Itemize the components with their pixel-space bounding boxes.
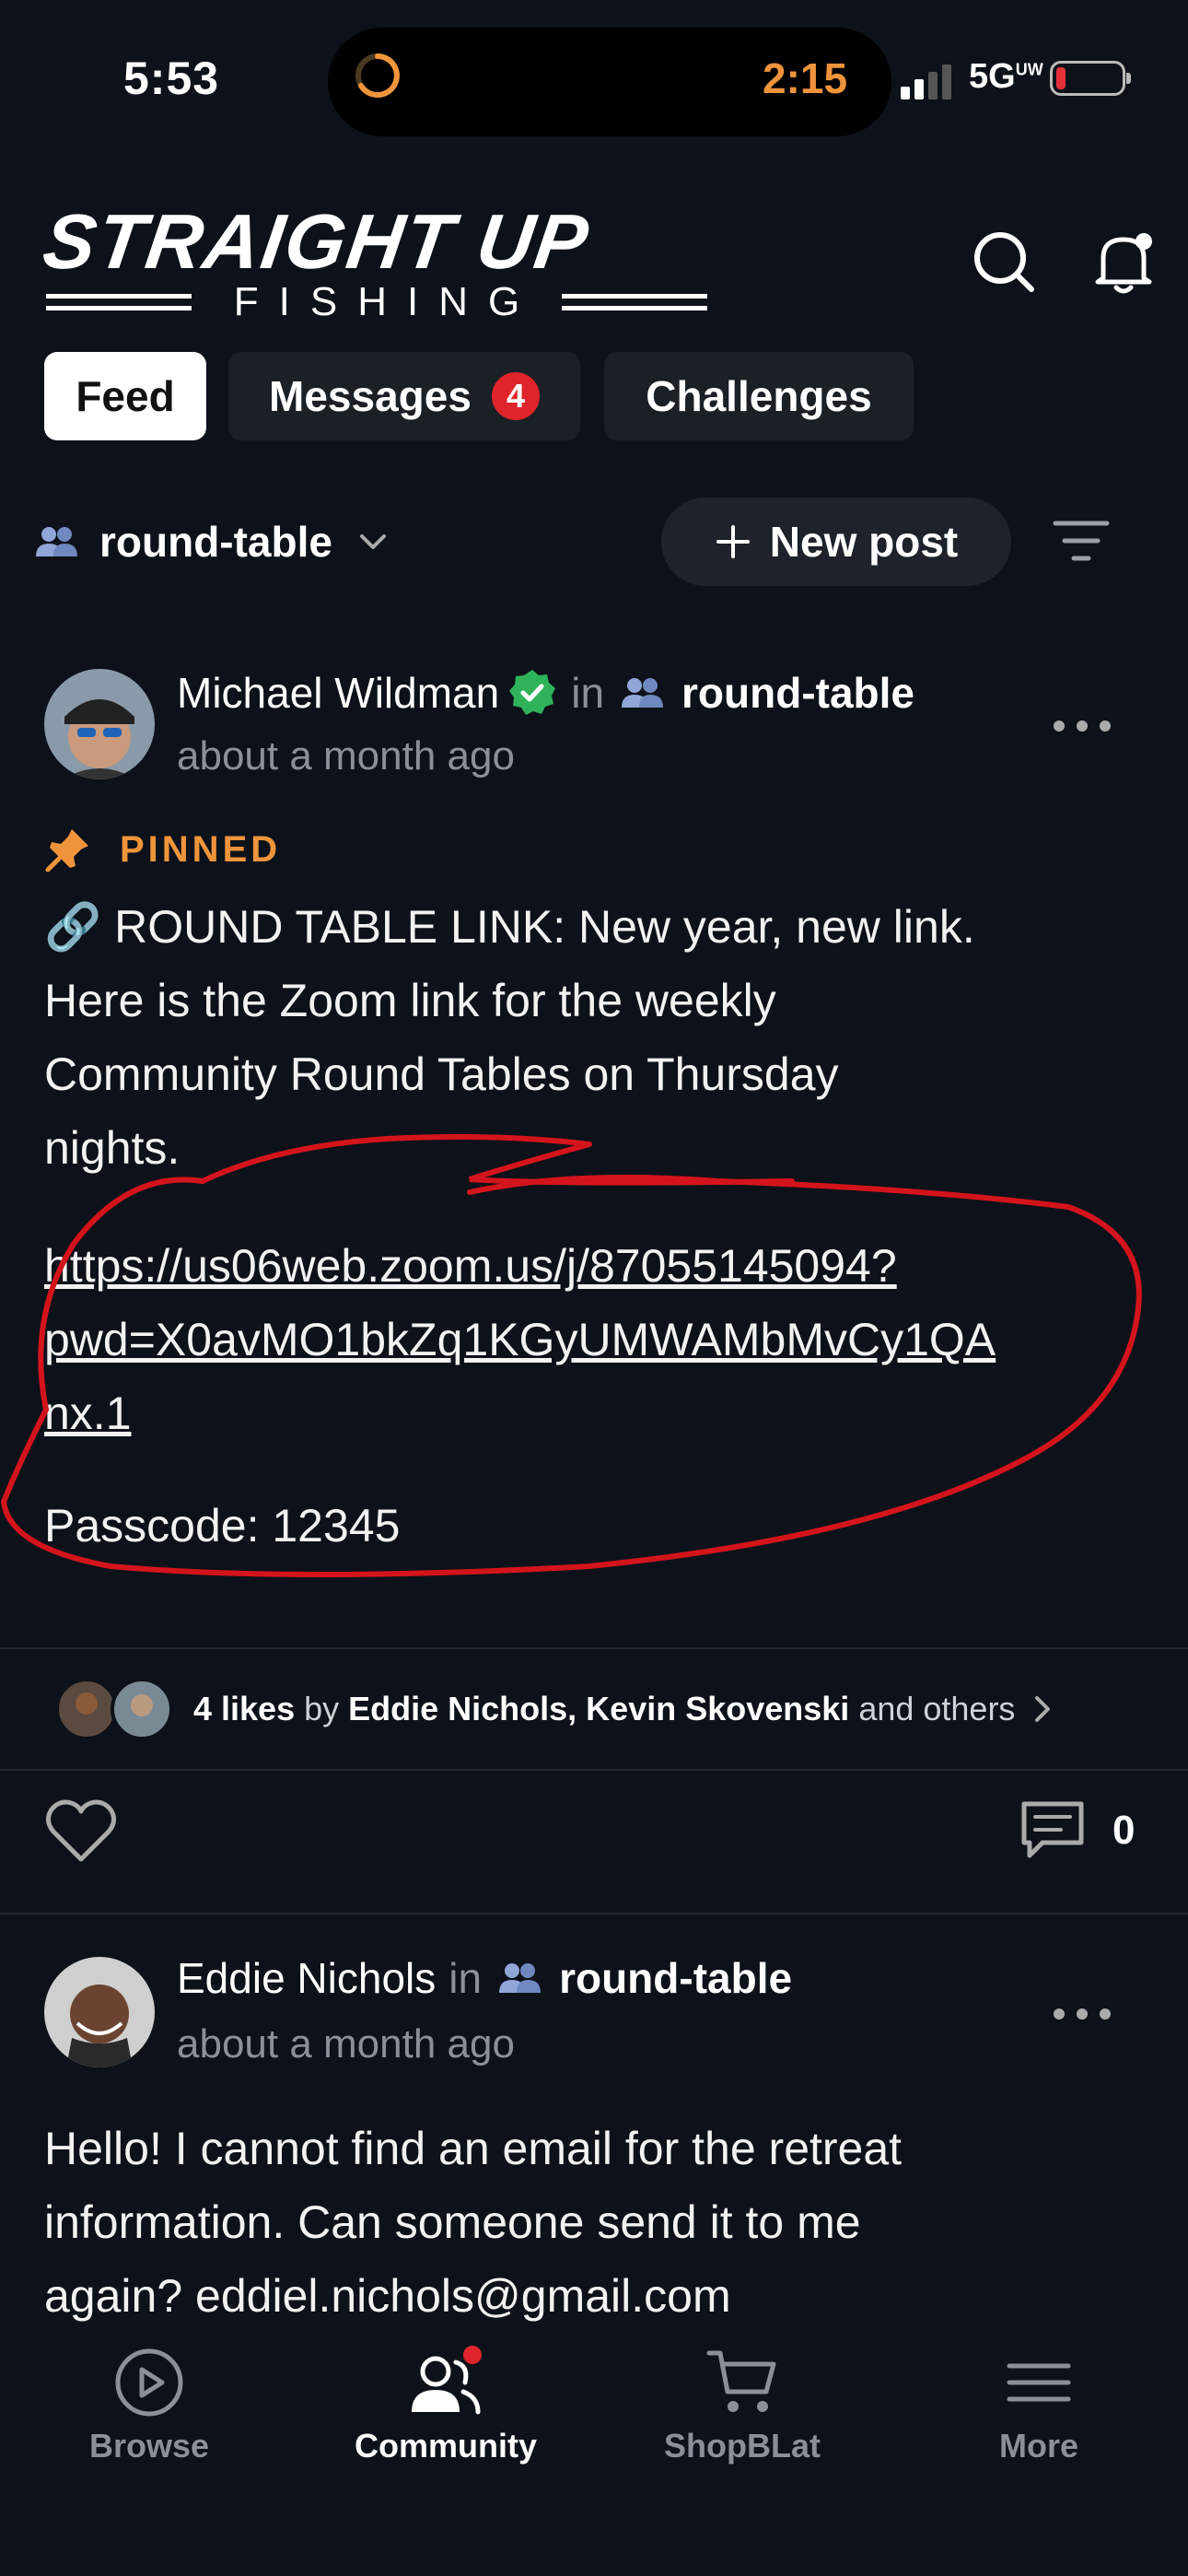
chevron-right-icon: [1035, 1696, 1051, 1722]
timer-ring-icon: [355, 53, 400, 98]
group-icon: [622, 678, 664, 708]
plus-icon: [716, 525, 750, 558]
cart-icon: [706, 2350, 776, 2412]
more-options-icon[interactable]: [1050, 2005, 1114, 2023]
comment-count: 0: [1112, 1808, 1136, 1853]
post-body-line: again? eddiel.nichols@gmail.com: [44, 2270, 731, 2322]
group-selector[interactable]: round-table: [33, 514, 390, 569]
nav-browse-label: Browse: [88, 2427, 210, 2465]
filter-icon[interactable]: [1052, 518, 1111, 564]
likers-names: Eddie Nichols, Kevin Skovenski: [348, 1690, 850, 1727]
post-body-line: information. Can someone send it to me: [44, 2196, 861, 2248]
nav-community[interactable]: Community: [335, 2346, 556, 2465]
nav-more-label: More: [998, 2427, 1078, 2465]
status-time: 5:53: [123, 53, 220, 104]
logo-divider: [46, 294, 192, 310]
chevron-down-icon: [359, 534, 386, 549]
messages-badge: 4: [491, 372, 540, 420]
battery-icon: [1050, 61, 1131, 96]
search-icon[interactable]: [967, 225, 1041, 299]
community-icon: [412, 2346, 482, 2415]
post-body-line: Hello! I cannot find an email for the re…: [44, 2123, 903, 2174]
nav-community-label: Community: [355, 2427, 537, 2465]
island-timer: 2:15: [763, 54, 848, 102]
post-author-line: Eddie Nichols in round-table: [177, 1953, 792, 2003]
post-body: Hello! I cannot find an email for the re…: [44, 2112, 1149, 2333]
avatar-photo: [44, 669, 155, 779]
nav-shop-label: ShopBLat: [664, 2427, 821, 2465]
nav-browse[interactable]: Browse: [39, 2346, 260, 2465]
network-label: 5GUW: [969, 57, 1043, 96]
logo-title: STRAIGHT UP: [38, 198, 596, 285]
more-options-icon[interactable]: [1050, 717, 1114, 735]
in-label: in: [571, 669, 605, 717]
post-author-line: Michael Wildman in round-table: [177, 667, 914, 719]
tab-feed-label: Feed: [76, 372, 175, 420]
comment-icon[interactable]: [1019, 1798, 1087, 1863]
verified-icon: [509, 670, 556, 715]
pinned-label: PINNED: [120, 828, 282, 870]
play-circle-icon: [115, 2348, 183, 2417]
group-icon: [36, 527, 77, 556]
new-post-button[interactable]: New post: [661, 498, 1011, 586]
liker-avatars: [55, 1678, 173, 1740]
tab-challenges-label: Challenges: [646, 372, 872, 420]
annotation-circle: [0, 1134, 1142, 1577]
likes-by: by: [304, 1690, 340, 1727]
like-heart-icon[interactable]: [44, 1798, 118, 1865]
group-name: round-table: [99, 518, 332, 566]
new-post-label: New post: [769, 518, 959, 566]
group-icon: [499, 1963, 542, 1993]
tab-messages-label: Messages: [269, 372, 472, 420]
signal-icon: [901, 64, 951, 100]
avatar-photo: [44, 1957, 155, 2067]
logo-divider: [562, 294, 708, 310]
notification-bell-icon[interactable]: [1087, 225, 1160, 299]
post-group-name[interactable]: round-table: [681, 668, 914, 718]
tab-challenges[interactable]: Challenges: [604, 352, 914, 440]
author-avatar[interactable]: [44, 669, 155, 779]
likes-count: 4 likes: [193, 1690, 296, 1727]
post-body-line: 🔗 ROUND TABLE LINK: New year, new link.: [44, 901, 975, 953]
tab-feed[interactable]: Feed: [44, 352, 206, 440]
author-name[interactable]: Eddie Nichols: [177, 1953, 436, 2003]
divider: [0, 1647, 1188, 1649]
logo-subtitle: FISHING: [233, 279, 541, 324]
likes-others: and others: [858, 1690, 1016, 1727]
post-time: about a month ago: [177, 2021, 515, 2067]
post-group-name[interactable]: round-table: [559, 1953, 792, 2003]
logo-subtitle-row: FISHING: [46, 276, 708, 328]
pinned-indicator: PINNED: [44, 825, 281, 873]
post-body-line: Community Round Tables on Thursday: [44, 1048, 839, 1100]
in-label: in: [448, 1954, 483, 2002]
nav-shop[interactable]: ShopBLat: [632, 2346, 853, 2465]
author-name[interactable]: Michael Wildman: [177, 668, 499, 718]
nav-more[interactable]: More: [928, 2346, 1149, 2465]
divider: [0, 1769, 1188, 1771]
divider: [0, 1913, 1188, 1914]
post-body-line: Here is the Zoom link for the weekly: [44, 975, 776, 1026]
post-time: about a month ago: [177, 733, 515, 779]
author-avatar[interactable]: [44, 1957, 155, 2067]
menu-icon: [1007, 2363, 1071, 2402]
pin-icon: [45, 829, 88, 872]
likes-row[interactable]: 4 likes by Eddie Nichols, Kevin Skovensk…: [53, 1675, 1055, 1743]
tab-messages[interactable]: Messages 4: [228, 352, 580, 440]
